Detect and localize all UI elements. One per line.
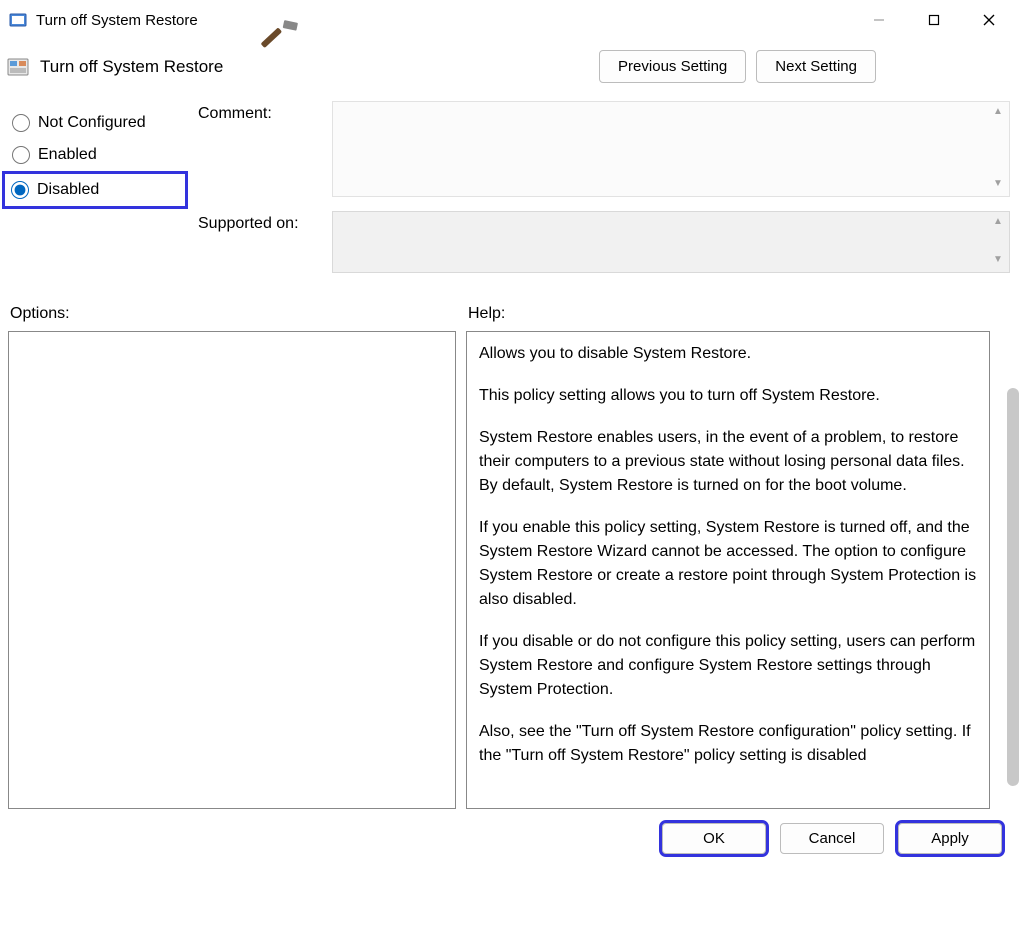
scroll-up-icon: ▲ (991, 216, 1005, 230)
apply-button[interactable]: Apply (898, 823, 1002, 854)
ok-button[interactable]: OK (662, 823, 766, 854)
radio-not-configured[interactable]: Not Configured (8, 107, 188, 139)
policy-header: Turn off System Restore Previous Setting… (0, 40, 1020, 101)
window-title: Turn off System Restore (36, 12, 851, 29)
scroll-up-icon: ▲ (991, 106, 1005, 120)
help-paragraph: Also, see the "Turn off System Restore c… (479, 720, 977, 768)
app-icon (8, 10, 28, 30)
comment-label: Comment: (198, 101, 318, 197)
policy-name: Turn off System Restore (40, 57, 599, 77)
scroll-down-icon: ▼ (991, 178, 1005, 192)
radio-not-configured-input[interactable] (12, 114, 30, 132)
help-panel: Allows you to disable System Restore. Th… (466, 331, 990, 809)
radio-not-configured-label: Not Configured (38, 114, 146, 132)
radio-enabled-label: Enabled (38, 146, 97, 164)
help-label: Help: (468, 305, 505, 323)
help-paragraph: This policy setting allows you to turn o… (479, 384, 977, 408)
previous-setting-button[interactable]: Previous Setting (599, 50, 746, 83)
maximize-button[interactable] (906, 0, 961, 40)
scrollbar-thumb[interactable] (1007, 388, 1019, 786)
next-setting-button[interactable]: Next Setting (756, 50, 876, 83)
help-paragraph: If you disable or do not configure this … (479, 630, 977, 702)
radio-enabled[interactable]: Enabled (8, 139, 188, 171)
scroll-down-icon: ▼ (991, 254, 1005, 268)
dialog-footer: OK Cancel Apply (0, 809, 1020, 854)
state-radio-group: Not Configured Enabled Disabled (8, 101, 188, 287)
radio-enabled-input[interactable] (12, 146, 30, 164)
policy-icon (6, 55, 30, 79)
cancel-button[interactable]: Cancel (780, 823, 884, 854)
options-label: Options: (10, 305, 468, 323)
comment-textarea[interactable]: ▲ ▼ (332, 101, 1010, 197)
supported-on-label: Supported on: (198, 211, 318, 273)
help-paragraph: If you enable this policy setting, Syste… (479, 516, 977, 612)
radio-disabled-input[interactable] (11, 181, 29, 199)
titlebar: Turn off System Restore (0, 0, 1020, 40)
options-panel (8, 331, 456, 809)
radio-disabled-label: Disabled (37, 181, 99, 199)
help-paragraph: System Restore enables users, in the eve… (479, 426, 977, 498)
supported-on-box: ▲ ▼ (332, 211, 1010, 273)
help-paragraph: Allows you to disable System Restore. (479, 342, 977, 366)
minimize-button[interactable] (851, 0, 906, 40)
close-button[interactable] (961, 0, 1016, 40)
radio-disabled[interactable]: Disabled (2, 171, 188, 209)
